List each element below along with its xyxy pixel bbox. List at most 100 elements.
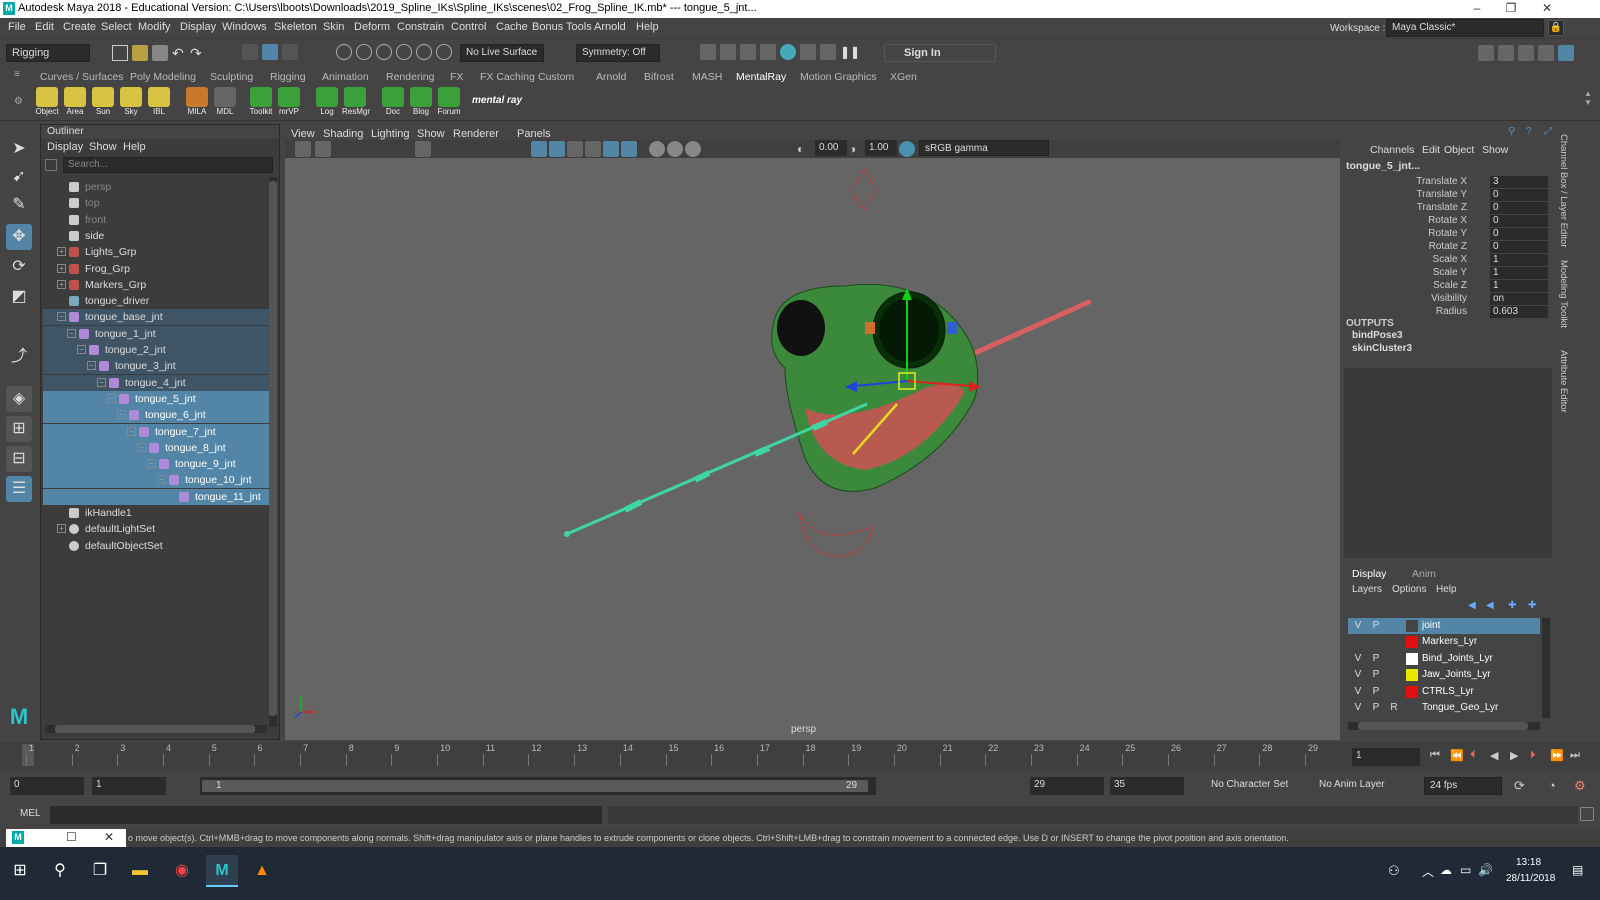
anim-start-field[interactable]: 0: [10, 777, 84, 795]
move-layer-up-icon[interactable]: ◀: [1468, 600, 1482, 612]
modeling-toolkit-icon[interactable]: [1478, 45, 1494, 61]
layer-row[interactable]: V P Bind_Joints_Lyr: [1348, 651, 1540, 667]
play-backward-icon[interactable]: ◀: [1490, 749, 1506, 765]
channel-box-toggle-icon[interactable]: [1538, 45, 1554, 61]
outliner-row[interactable]: − tongue_1_jnt: [43, 325, 269, 342]
four-view-layout-icon[interactable]: ⊞: [6, 416, 32, 442]
side-tab-attribute-editor[interactable]: Attribute Editor: [1558, 350, 1569, 413]
expand-toggle-icon[interactable]: −: [107, 393, 116, 403]
scale-tool-icon[interactable]: ◩: [6, 284, 32, 310]
shelf-tab-bifrost[interactable]: Bifrost: [644, 71, 674, 83]
hypershade-icon[interactable]: [760, 44, 776, 60]
camera-select-icon[interactable]: [295, 141, 311, 157]
outliner-layout-icon[interactable]: ☰: [6, 476, 32, 502]
fps-dropdown[interactable]: 24 fps: [1424, 777, 1502, 795]
gamma-icon[interactable]: ◑: [849, 141, 865, 157]
channel-box-pin-icon[interactable]: ⚲: [1508, 126, 1520, 138]
save-scene-icon[interactable]: [152, 45, 168, 61]
windows-start-icon[interactable]: ⊞: [4, 855, 36, 887]
shelf-scroll-icon[interactable]: ▲ ▼: [1584, 89, 1594, 117]
paint-select-tool-icon[interactable]: ✎: [6, 192, 32, 218]
layer-tab-anim[interactable]: Anim: [1412, 568, 1436, 580]
move-layer-down-icon[interactable]: ◀: [1486, 600, 1500, 612]
shelf-tab-curves-surfaces[interactable]: Curves / Surfaces: [40, 71, 123, 83]
channel-menu-show[interactable]: Show: [1482, 144, 1508, 156]
anim-end-field[interactable]: 35: [1110, 777, 1184, 795]
menu-bonus-tools[interactable]: Bonus Tools: [532, 21, 592, 33]
snap-surface-icon[interactable]: [416, 44, 432, 60]
persp-outliner-layout-icon[interactable]: ⊟: [6, 446, 32, 472]
channel-attr-scale-x[interactable]: Scale X 1: [1340, 254, 1555, 267]
menu-control[interactable]: Control: [451, 21, 486, 33]
menu-constrain[interactable]: Constrain: [397, 21, 444, 33]
viewport-menu-lighting[interactable]: Lighting: [371, 128, 410, 140]
go-to-end-icon[interactable]: ⏭: [1570, 749, 1586, 765]
anim-prefs-icon[interactable]: ⚙: [1574, 778, 1590, 794]
layer-tab-display[interactable]: Display: [1352, 568, 1386, 580]
menu-windows[interactable]: Windows: [222, 21, 267, 33]
layer-menu-layers[interactable]: Layers: [1352, 584, 1382, 595]
shelf-tab-fx-caching[interactable]: FX Caching: [480, 71, 535, 83]
layer-color-swatch[interactable]: [1406, 669, 1418, 682]
channel-attr-value[interactable]: 0: [1490, 241, 1548, 253]
exposure-field[interactable]: 0.00: [815, 140, 847, 156]
shelf-button-area[interactable]: Area: [62, 87, 88, 119]
layer-vscrollbar[interactable]: [1542, 618, 1550, 718]
marker-diamond[interactable]: [850, 168, 878, 212]
current-frame-field[interactable]: 1: [1352, 748, 1420, 766]
range-slider[interactable]: 1 29: [200, 777, 876, 795]
channel-menu-object[interactable]: Object: [1444, 144, 1474, 156]
menu-cache[interactable]: Cache: [496, 21, 528, 33]
step-back-key-icon[interactable]: ⏪: [1450, 749, 1466, 765]
file-explorer-icon[interactable]: ▬: [124, 855, 156, 887]
menu-file[interactable]: File: [8, 21, 26, 33]
channel-attr-scale-y[interactable]: Scale Y 1: [1340, 267, 1555, 280]
move-tool-icon[interactable]: ✥: [6, 224, 32, 250]
viewport-menu-panels[interactable]: Panels: [517, 128, 551, 140]
channel-box-expand-icon[interactable]: ⤢: [1544, 126, 1556, 138]
shelf-menu-icon[interactable]: ≡: [14, 70, 24, 80]
shelf-tab-mentalray[interactable]: MentalRay: [736, 71, 786, 83]
frog-head[interactable]: [771, 283, 979, 492]
shelf-tab-rigging[interactable]: Rigging: [270, 71, 306, 83]
mel-input[interactable]: [50, 806, 602, 824]
step-forward-frame-icon[interactable]: ⏵: [1530, 749, 1546, 765]
rotate-tool-icon[interactable]: ⟳: [6, 254, 32, 280]
textured-icon[interactable]: [567, 141, 583, 157]
render-settings-icon[interactable]: [740, 44, 756, 60]
floating-window-tab[interactable]: M ☐ ✕: [6, 829, 126, 847]
shelf-button-mrvp[interactable]: mrVP: [276, 87, 302, 119]
wireframe-icon[interactable]: [531, 141, 547, 157]
outliner-row[interactable]: + Markers_Grp: [43, 277, 269, 293]
lights-icon[interactable]: [585, 141, 601, 157]
viewport-menu-view[interactable]: View: [291, 128, 315, 140]
layer-color-swatch[interactable]: [1406, 636, 1418, 649]
outliner-row[interactable]: − tongue_10_jnt: [43, 472, 269, 489]
shelf-button-object[interactable]: Object: [34, 87, 60, 119]
layer-playback-toggle[interactable]: P: [1368, 700, 1384, 716]
channel-attr-value[interactable]: 0: [1490, 215, 1548, 227]
camera-attributes-icon[interactable]: [315, 141, 331, 157]
viewport-menu-show[interactable]: Show: [417, 128, 445, 140]
layer-editor-toggle-icon[interactable]: [1558, 45, 1574, 61]
snap-view-icon[interactable]: [396, 44, 412, 60]
shelf-tab-motion-graphics[interactable]: Motion Graphics: [800, 71, 876, 83]
play-forward-icon[interactable]: ▶: [1510, 749, 1526, 765]
float-close-icon[interactable]: ✕: [104, 830, 114, 844]
channel-attr-value[interactable]: on: [1490, 293, 1548, 305]
render-view-icon[interactable]: [800, 44, 816, 60]
expand-toggle-icon[interactable]: −: [127, 426, 136, 436]
restore-button[interactable]: ❐: [1494, 0, 1528, 18]
layer-visibility-toggle[interactable]: V: [1350, 651, 1366, 667]
expand-toggle-icon[interactable]: −: [137, 442, 146, 452]
shelf-tab-arnold[interactable]: Arnold: [596, 71, 626, 83]
outliner-row[interactable]: tongue_11_jnt: [43, 488, 269, 505]
layer-visibility-toggle[interactable]: V: [1350, 700, 1366, 716]
layer-row[interactable]: Markers_Lyr: [1348, 634, 1540, 650]
shelf-button-ibl[interactable]: IBL: [146, 87, 172, 119]
float-restore-icon[interactable]: ☐: [66, 830, 77, 844]
channel-attr-value[interactable]: 0: [1490, 202, 1548, 214]
select-object-icon[interactable]: [262, 44, 278, 60]
outliner-row[interactable]: − tongue_9_jnt: [43, 456, 269, 473]
shelf-button-doc[interactable]: Doc: [380, 87, 406, 119]
